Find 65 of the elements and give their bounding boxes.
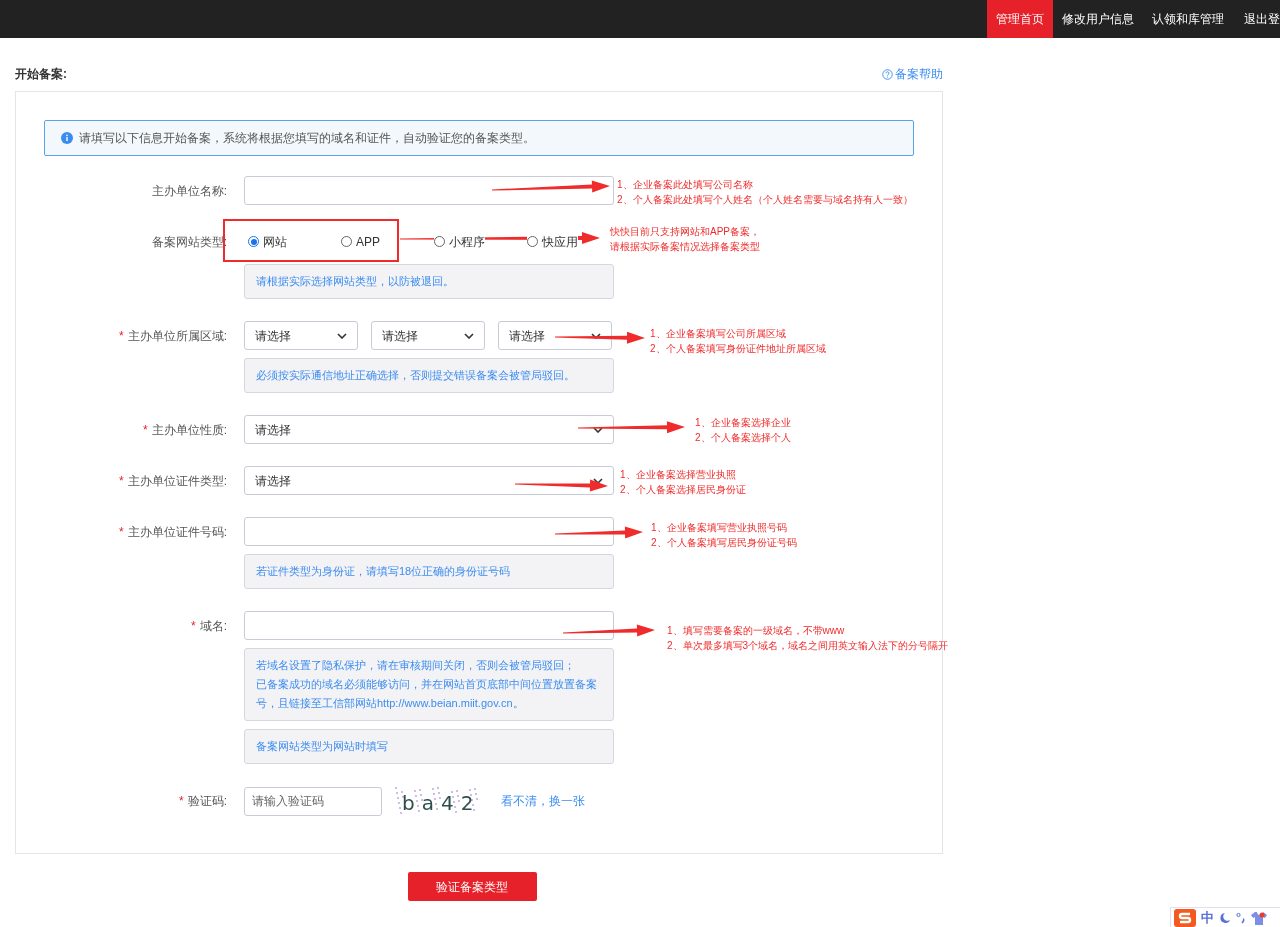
refresh-captcha-link[interactable]: 看不清，换一张 [501,792,585,810]
input-field[interactable] [244,176,614,205]
field-label: 备案网站类型: [151,233,227,251]
select-field[interactable]: 请选择 [371,321,485,350]
annotation-text: 2、个人备案选择个人 [695,431,791,445]
required-mark: * [179,793,184,810]
required-mark: * [191,617,196,635]
chevron-down-icon [593,426,603,433]
annotation-text: 请根据实际备案情况选择备案类型 [610,240,760,254]
input-field[interactable] [244,517,614,546]
annotation-text: 1、填写需要备案的一级域名，不带www [667,624,846,638]
select-field[interactable]: 请选择 [244,321,358,350]
info-notice: 请填写以下信息开始备案，系统将根据您填写的域名和证件，自动验证您的备案类型。 [44,120,914,156]
field-label: 主办单位证件号码: [127,523,227,541]
shirt-icon[interactable] [1251,910,1267,925]
punctuation-icon[interactable] [1236,911,1246,924]
nav-link[interactable]: 认领和库管理 [1143,0,1233,38]
help-icon [882,68,893,80]
annotation-text: 1、企业备案选择营业执照 [620,468,737,482]
field-label: 主办单位名称: [151,182,227,200]
annotation-text: 2、个人备案选择居民身份证 [620,483,746,497]
hint-text: 备案网站类型为网站时填写 [256,739,389,754]
captcha-image: ba42 [394,786,489,816]
chevron-down-icon [337,332,347,339]
annotation-text: 1、企业备案选择企业 [695,416,791,430]
nav-link[interactable]: 修改用户信息 [1053,0,1143,38]
select-field[interactable]: 请选择 [498,321,612,350]
radio-option[interactable]: 小程序 [434,232,485,251]
annotation-text: 2、个人备案填写身份证件地址所属区域 [650,342,826,356]
hint-text: 必须按实际通信地址正确选择，否则提交错误备案会被管局驳回。 [256,368,576,383]
chevron-down-icon [464,332,474,339]
annotation-text: 2、个人备案此处填写个人姓名（个人姓名需要与域名持有人一致） [617,193,913,207]
annotation-text: 2、单次最多填写3个域名，域名之间用英文输入法下的分号隔开 [667,639,949,653]
hint-text: 若域名设置了隐私保护，请在审核期间关闭，否则会被管局驳回； [256,658,576,673]
ime-mode-label[interactable]: 中 [1201,907,1214,927]
field-label: 域名: [199,617,227,635]
annotation-text: 1、企业备案填写公司所属区域 [650,327,787,341]
field-label: 主办单位所属区域: [127,327,227,345]
required-mark: * [143,421,148,439]
required-mark: * [119,472,124,490]
input-field[interactable] [244,611,614,640]
field-label: 主办单位证件类型: [127,472,227,490]
hint-text: 已备案成功的域名必须能够访问，并在网站首页底部中间位置放置备案号，且链接至工信部网站http://www.beian.miit.gov.cn。 [256,677,598,711]
moon-icon[interactable] [1219,911,1231,924]
select-field[interactable]: 请选择 [244,466,614,495]
select-field[interactable]: 请选择 [244,415,614,444]
chevron-down-icon [593,477,603,484]
nav-link[interactable]: 管理首页 [987,0,1053,38]
annotation-text: 快快目前只支持网站和APP备案， [610,225,760,239]
annotation-text: 1、企业备案此处填写公司名称 [617,178,754,192]
hint-text: 请根据实际选择网站类型，以防被退回。 [256,274,455,289]
nav-link[interactable]: 退出登 [1233,0,1280,38]
help-link[interactable]: 备案帮助 [882,65,943,83]
radio-option[interactable]: 快应用 [527,232,578,251]
required-mark: * [119,327,124,345]
captcha-field[interactable]: 请输入验证码 [244,786,382,816]
page-title: 开始备案: [15,66,67,83]
field-label: 主办单位性质: [151,421,227,439]
submit-button[interactable]: 验证备案类型 [407,872,537,901]
hint-text: 若证件类型为身份证，请填写18位正确的身份证号码 [256,564,512,579]
info-icon [61,132,73,144]
required-mark: * [119,523,124,541]
annotation-text: 1、企业备案填写营业执照号码 [651,521,788,535]
annotation-text: 2、个人备案填写居民身份证号码 [651,536,797,550]
field-label: 验证码: [187,793,227,810]
